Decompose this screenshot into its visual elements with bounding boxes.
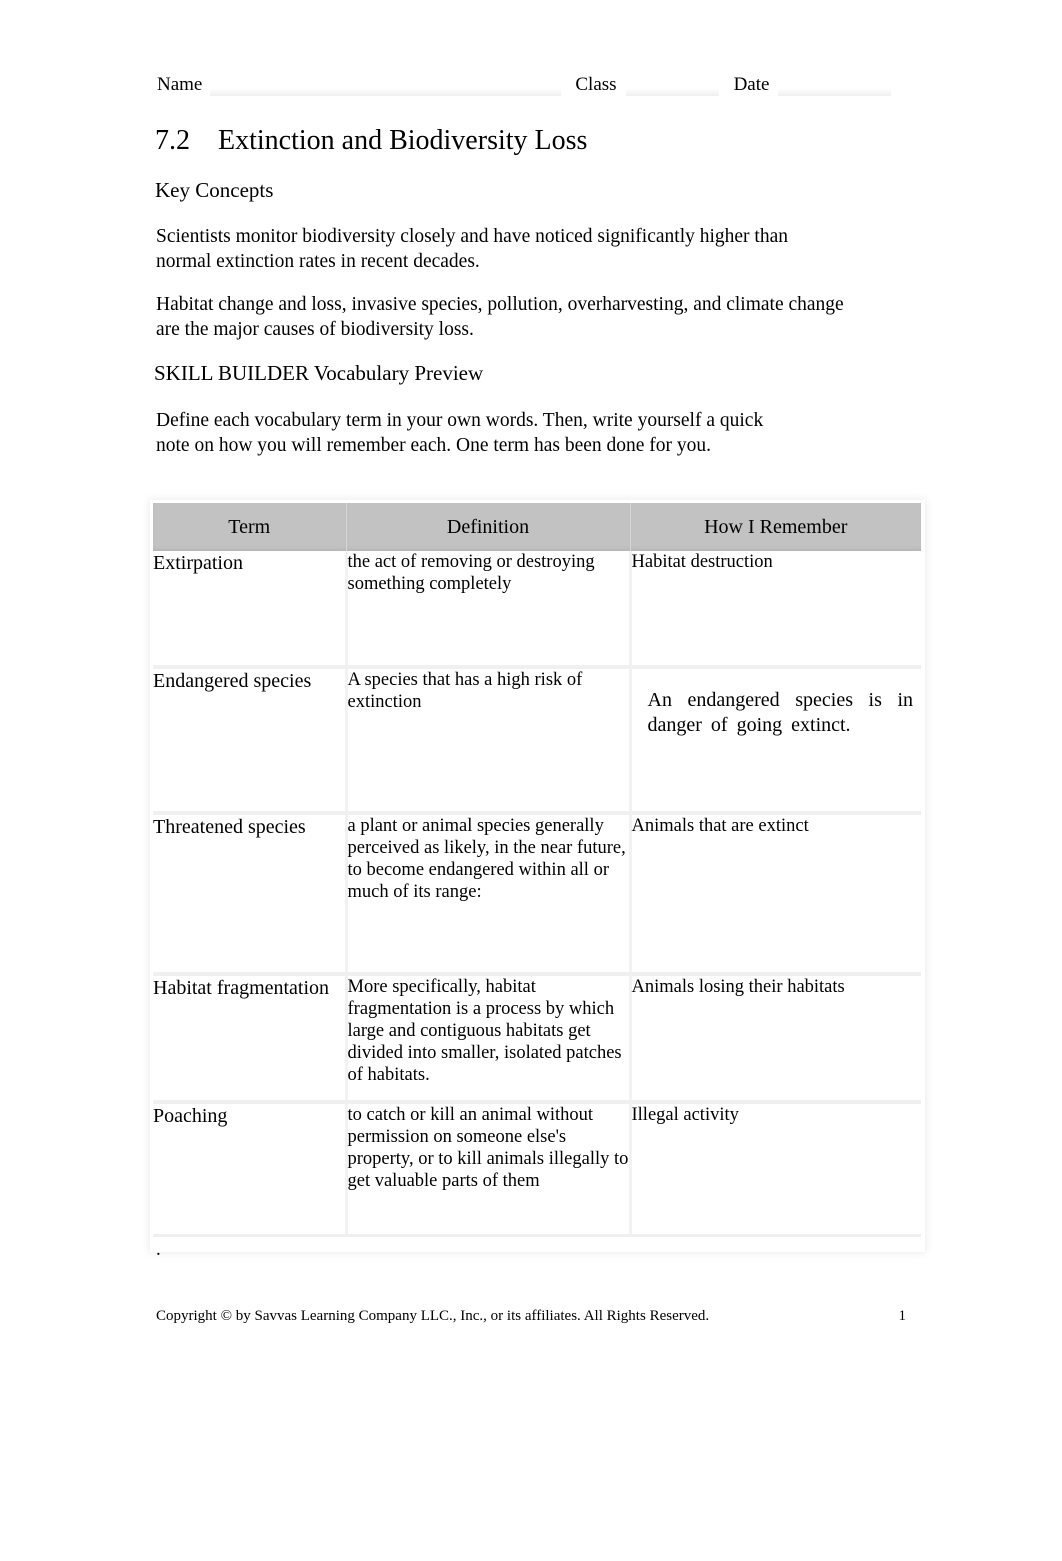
cell-term[interactable]: Poaching [153,1102,348,1237]
page-footer: Copyright © by Savvas Learning Company L… [156,1307,908,1326]
stray-period-mark: . [156,1239,161,1260]
column-header-term: Term [153,503,347,551]
page-number: 1 [898,1308,907,1324]
skill-builder-heading: SKILL BUILDER Vocabulary Preview [154,361,484,385]
cell-how-i-remember[interactable]: Animals losing their habitats [630,974,921,1104]
cell-definition[interactable]: to catch or kill an animal without permi… [346,1102,632,1237]
worksheet-page: Name Class Date 7.2 Extinction and Biodi… [0,0,1062,1561]
cell-how-i-remember[interactable]: Illegal activity [630,1102,921,1237]
instructions-text: Define each vocabulary term in your own … [156,410,764,456]
table-row: Poaching to catch or kill an animal with… [153,1102,921,1237]
cell-term[interactable]: Endangered species [153,667,348,815]
table-row: Habitat fragmentation More specifically,… [153,974,921,1104]
column-header-how-i-remember: How I Remember [630,503,921,551]
key-concept-paragraph-1: Scientists monitor biodiversity closely … [156,226,788,272]
table-header-row: Term Definition How I Remember [153,503,921,551]
date-label: Date [733,74,770,95]
table-row: Extirpation the act of removing or destr… [153,551,921,669]
cell-term[interactable]: Habitat fragmentation [153,974,348,1104]
vocabulary-table: Term Definition How I Remember Extirpati… [153,503,921,1237]
class-input-line[interactable] [625,74,719,96]
copyright-text: Copyright © by Savvas Learning Company L… [156,1308,710,1324]
cell-how-i-remember[interactable]: An endangered species is in danger of go… [630,667,921,815]
cell-term[interactable]: Threatened species [153,813,348,976]
column-header-definition: Definition [346,503,631,551]
cell-how-i-remember[interactable]: Habitat destruction [630,551,921,669]
document-header: Name Class Date [157,66,909,96]
name-input-line[interactable] [210,74,562,96]
key-concepts-heading: Key Concepts [155,178,274,202]
name-label: Name [157,74,203,95]
cell-definition[interactable]: A species that has a high risk of extinc… [346,667,632,815]
page-title: 7.2 Extinction and Biodiversity Loss [155,125,588,156]
cell-definition[interactable]: a plant or animal species generally perc… [346,813,632,976]
cell-definition[interactable]: the act of removing or destroying someth… [346,551,632,669]
cell-definition[interactable]: More specifically, habitat fragmentation… [346,974,632,1104]
key-concept-paragraph-2: Habitat change and loss, invasive specie… [156,294,844,340]
class-label: Class [575,74,617,95]
table-row: Threatened species a plant or animal spe… [153,813,921,976]
cell-term[interactable]: Extirpation [153,551,348,669]
table-row: Endangered species A species that has a … [153,667,921,815]
date-input-line[interactable] [778,74,892,96]
cell-how-i-remember[interactable]: Animals that are extinct [630,813,921,976]
